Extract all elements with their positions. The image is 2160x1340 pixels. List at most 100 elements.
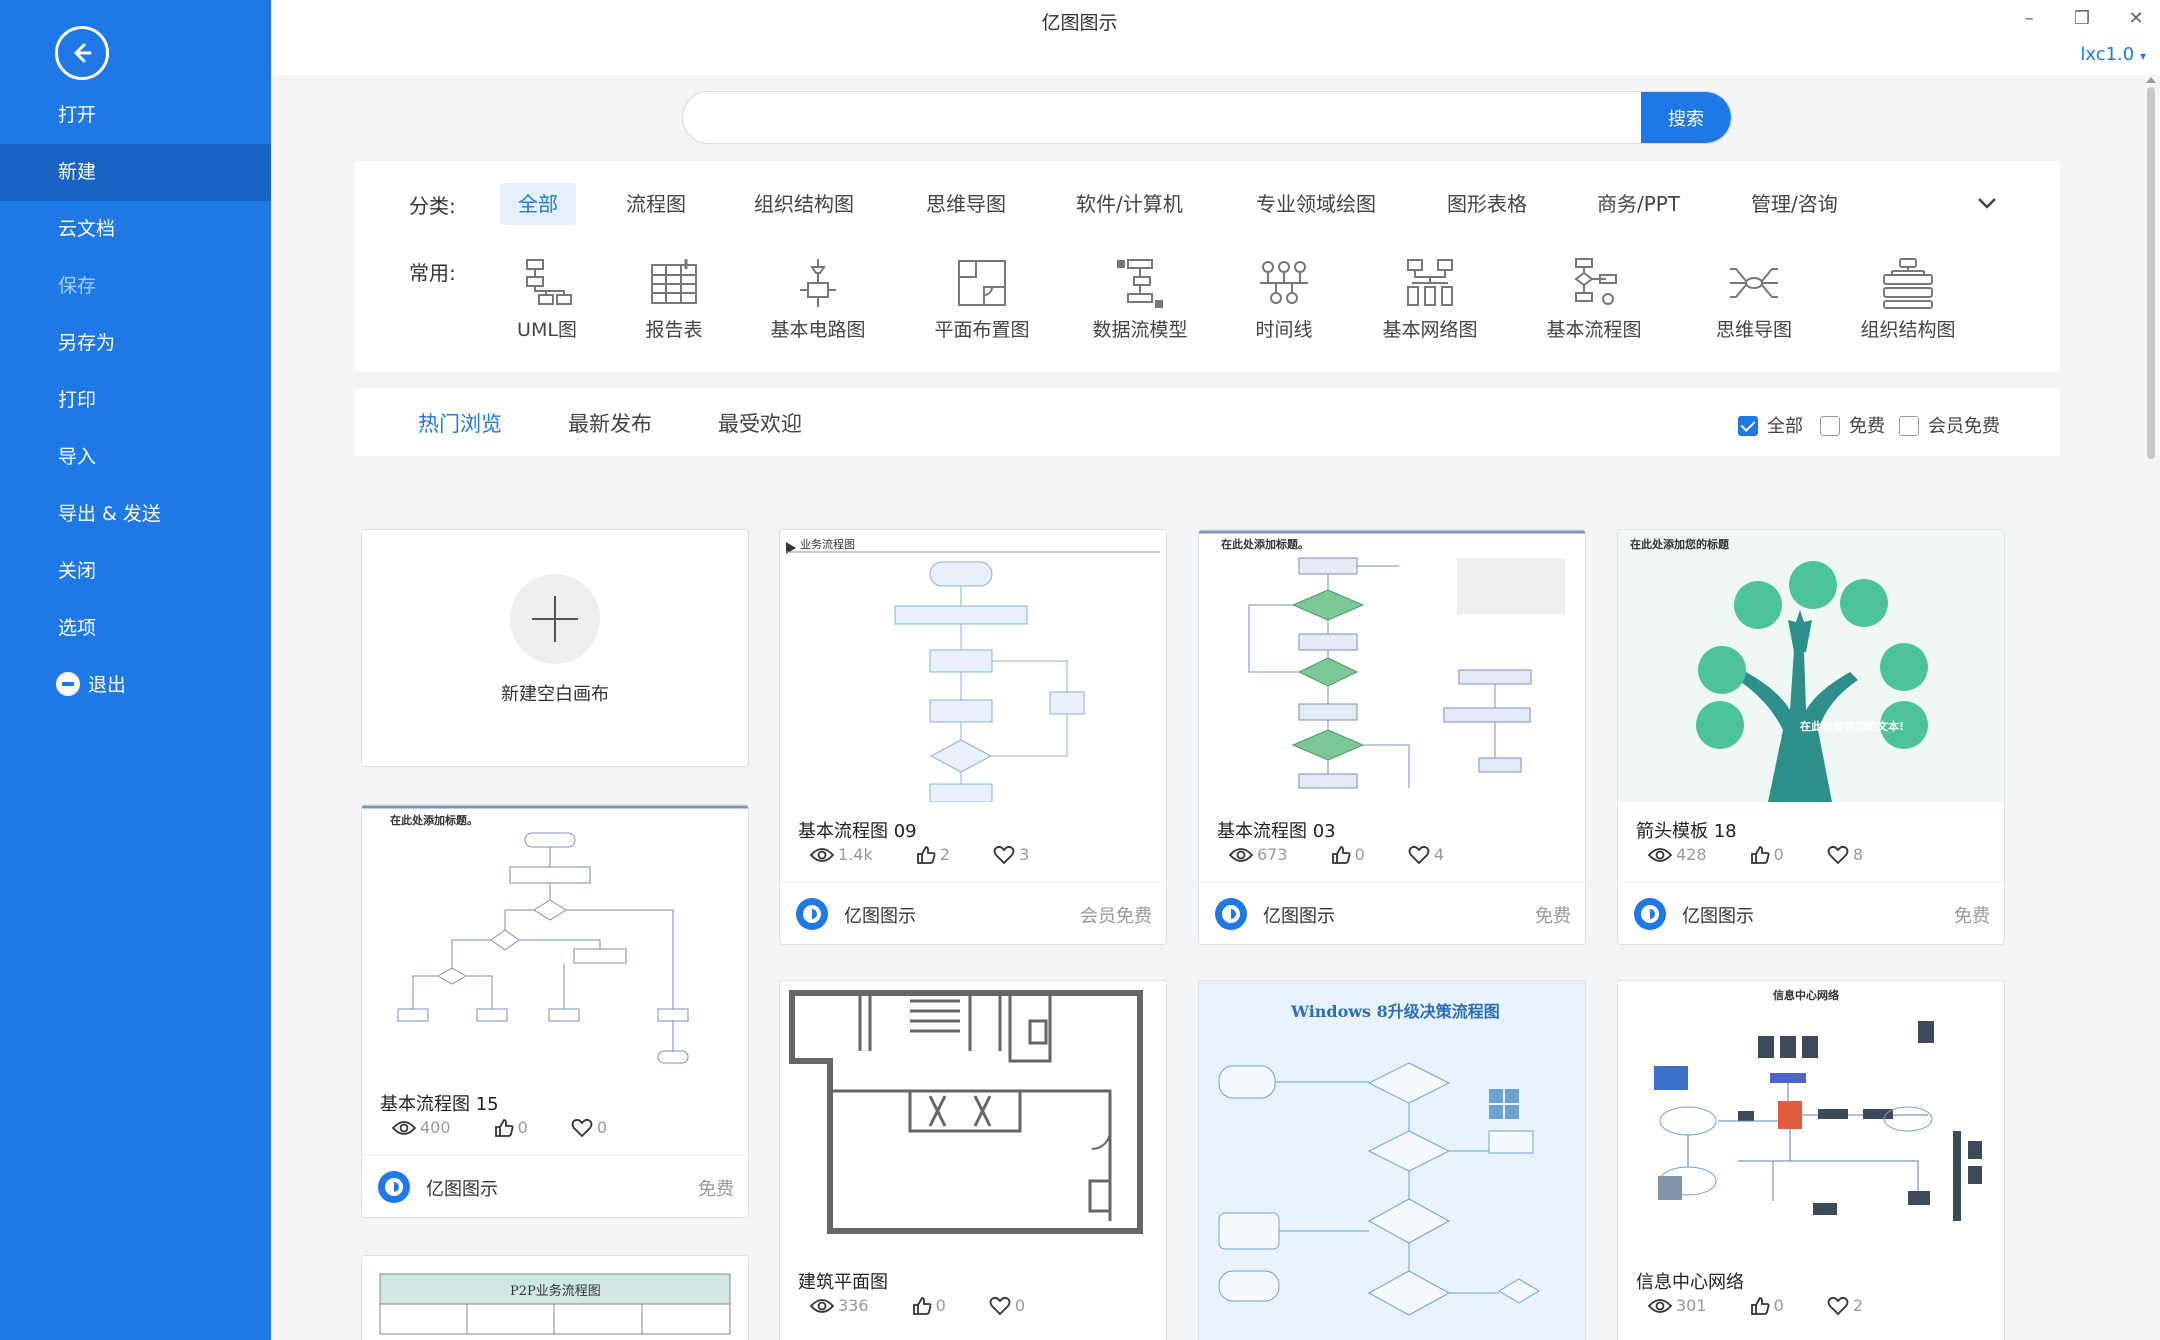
heart-icon[interactable] (993, 845, 1015, 865)
category-tab-table[interactable]: 图形表格 (1429, 183, 1545, 225)
template-card[interactable]: P2P业务流程图 (361, 1255, 749, 1340)
template-thumbnail: Windows 8升级决策流程图 (1199, 981, 1585, 1340)
sidebar-item-exit[interactable]: 退出 (0, 657, 271, 714)
common-item-flowchart[interactable]: 基本流程图 (1519, 257, 1669, 342)
minimize-button[interactable]: – (2014, 4, 2044, 34)
sidebar-item-close[interactable]: 关闭 (0, 543, 271, 600)
template-card[interactable]: 在此处添加标题。 基本流程图 15 400 0 0 亿图图示 免费 (361, 804, 749, 1218)
common-item-orgchart[interactable]: 组织结构图 (1833, 257, 1983, 342)
scroll-up-icon[interactable] (2146, 77, 2156, 83)
filter-all[interactable]: 全部 (1738, 412, 1803, 438)
sidebar-item-print[interactable]: 打印 (0, 372, 271, 429)
browse-bar: 热门浏览 最新发布 最受欢迎 全部 免费 会员免费 (355, 388, 2060, 456)
heart-icon[interactable] (989, 1296, 1011, 1316)
sidebar-item-cloud[interactable]: 云文档 (0, 201, 271, 258)
common-item-circuit[interactable]: 基本电路图 (743, 257, 893, 342)
sidebar-item-options[interactable]: 选项 (0, 600, 271, 657)
common-item-label: 平面布置图 (907, 315, 1057, 342)
category-tab-flowchart[interactable]: 流程图 (608, 183, 704, 225)
common-item-floorplan[interactable]: 平面布置图 (907, 257, 1057, 342)
common-item-network[interactable]: 基本网络图 (1355, 257, 1505, 342)
tab-hot[interactable]: 热门浏览 (418, 408, 502, 438)
sidebar-item-new[interactable]: 新建 (0, 144, 271, 201)
back-arrow-icon[interactable] (55, 26, 109, 80)
common-item-mindmap[interactable]: 思维导图 (1679, 257, 1829, 342)
common-item-label: 基本电路图 (743, 315, 893, 342)
thumbs-up-icon[interactable] (1331, 845, 1351, 865)
category-tab-all[interactable]: 全部 (500, 183, 576, 225)
sidebar-item-export[interactable]: 导出 & 发送 (0, 486, 271, 543)
heart-icon[interactable] (1827, 845, 1849, 865)
thumbs-up-icon[interactable] (916, 845, 936, 865)
thumbs-up-icon[interactable] (1750, 845, 1770, 865)
maximize-button[interactable]: ❐ (2067, 4, 2097, 34)
close-button[interactable]: ✕ (2121, 4, 2151, 34)
chevron-down-icon[interactable] (1973, 189, 2001, 217)
new-blank-label: 新建空白画布 (362, 680, 748, 706)
exit-icon (56, 672, 80, 696)
favorite-count: 2 (1853, 1296, 1863, 1315)
thumbs-up-icon[interactable] (912, 1296, 932, 1316)
heart-icon[interactable] (571, 1118, 593, 1138)
card-stats: 673 0 4 (1229, 845, 1482, 865)
like-count: 0 (1774, 845, 1784, 864)
eye-icon (1229, 845, 1253, 865)
template-card[interactable]: 业务流程图 基本流程图 09 1.4k 2 3 亿图图示 会员免费 (779, 529, 1167, 945)
filter-member-free[interactable]: 会员免费 (1899, 412, 2000, 438)
org-chart-icon (1880, 257, 1936, 309)
checkbox-member-free[interactable] (1899, 416, 1919, 436)
plus-icon[interactable] (510, 574, 600, 664)
template-thumbnail: 在此处添加您的标题 在此处替换您的文本! (1618, 530, 2004, 802)
new-blank-canvas-card[interactable]: 新建空白画布 (361, 529, 749, 767)
author-name: 亿图图示 (844, 902, 916, 928)
common-item-dataflow[interactable]: 数据流模型 (1065, 257, 1215, 342)
card-title: 基本流程图 09 (798, 817, 917, 843)
user-menu[interactable]: lxc1.0 ▾ (2080, 44, 2146, 65)
card-footer: 亿图图示 免费 (362, 1155, 748, 1217)
card-title: 基本流程图 15 (380, 1090, 499, 1116)
card-title: 基本流程图 03 (1217, 817, 1336, 843)
category-tab-software[interactable]: 软件/计算机 (1058, 183, 1201, 225)
heart-icon[interactable] (1408, 845, 1430, 865)
price-badge: 免费 (1535, 902, 1571, 928)
edraw-logo-icon (796, 898, 828, 930)
window-title: 亿图图示 (271, 8, 1888, 35)
template-card[interactable]: 在此处添加您的标题 在此处替换您的文本! 箭头模板 18 428 0 8 亿图图… (1617, 529, 2005, 945)
filter-member-free-label: 会员免费 (1928, 416, 2000, 437)
scrollbar[interactable] (2142, 75, 2160, 1340)
template-card[interactable]: Windows 8升级决策流程图 (1198, 980, 1586, 1340)
tab-latest[interactable]: 最新发布 (568, 408, 652, 438)
author-name: 亿图图示 (1682, 902, 1754, 928)
category-tab-mindmap[interactable]: 思维导图 (908, 183, 1024, 225)
scroll-thumb[interactable] (2147, 87, 2155, 459)
sidebar-item-open[interactable]: 打开 (0, 87, 271, 144)
common-item-report[interactable]: 报告表 (599, 257, 749, 342)
card-stats: 336 0 0 (810, 1296, 1063, 1316)
search-button[interactable]: 搜索 (1641, 92, 1731, 143)
category-tab-management[interactable]: 管理/咨询 (1733, 183, 1856, 225)
category-panel: 分类: 全部 流程图 组织结构图 思维导图 软件/计算机 专业领域绘图 图形表格… (355, 161, 2060, 372)
search-input[interactable] (683, 92, 1643, 143)
user-name: lxc1.0 (2080, 44, 2134, 65)
template-thumbnail: 业务流程图 (780, 530, 1166, 802)
category-tab-business[interactable]: 商务/PPT (1579, 183, 1698, 225)
category-tab-org[interactable]: 组织结构图 (736, 183, 872, 225)
template-card[interactable]: 在此处添加标题。 基本流程图 03 673 0 4 亿图 (1198, 529, 1586, 945)
common-item-label: 报告表 (599, 315, 749, 342)
thumbs-up-icon[interactable] (1750, 1296, 1770, 1316)
sidebar-item-save-as[interactable]: 另存为 (0, 315, 271, 372)
tab-popular[interactable]: 最受欢迎 (718, 408, 802, 438)
template-card[interactable]: 建筑平面图 336 0 0 (779, 980, 1167, 1340)
checkbox-all[interactable] (1738, 416, 1758, 436)
checkbox-free[interactable] (1820, 416, 1840, 436)
filter-free[interactable]: 免费 (1820, 412, 1885, 438)
thumbs-up-icon[interactable] (494, 1118, 514, 1138)
category-tab-professional[interactable]: 专业领域绘图 (1238, 183, 1394, 225)
template-card[interactable]: 信息中心网络 信息中心网络 301 0 2 (1617, 980, 2005, 1340)
common-item-timeline[interactable]: 时间线 (1209, 257, 1359, 342)
heart-icon[interactable] (1827, 1296, 1849, 1316)
sidebar-item-save[interactable]: 保存 (0, 258, 271, 315)
sidebar-item-import[interactable]: 导入 (0, 429, 271, 486)
template-thumbnail: 信息中心网络 (1618, 981, 2004, 1253)
favorite-count: 4 (1434, 845, 1444, 864)
